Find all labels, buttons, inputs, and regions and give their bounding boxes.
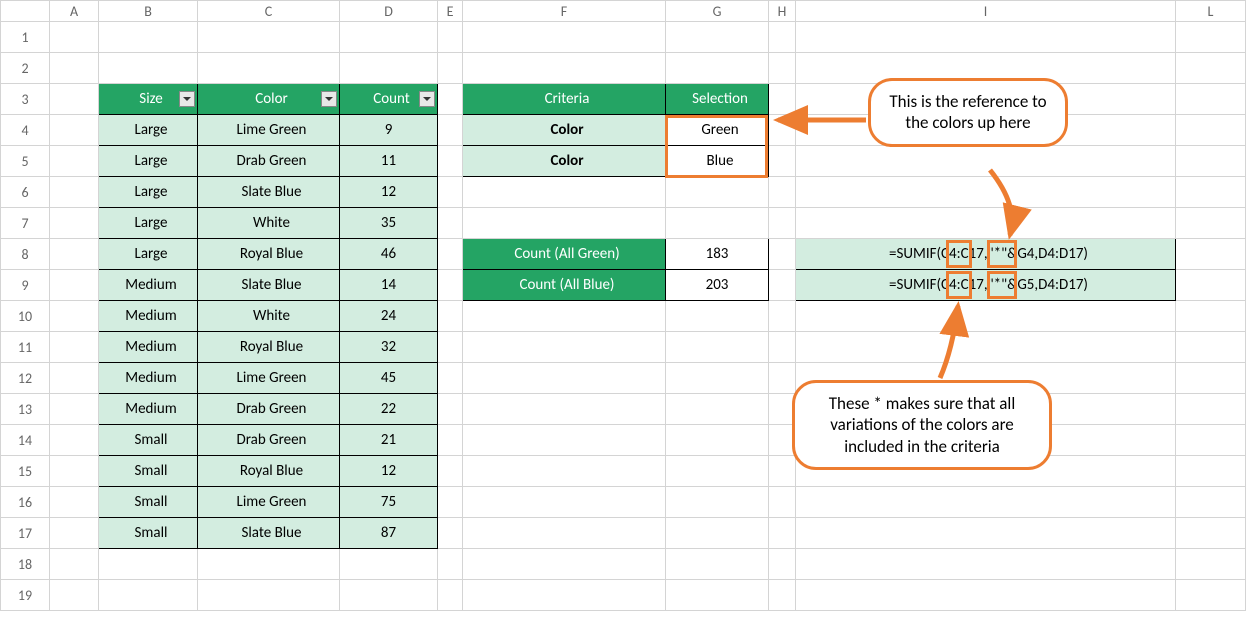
filter-icon[interactable] [321, 91, 337, 107]
cell-color[interactable]: Lime Green [198, 115, 340, 146]
cell-size[interactable]: Large [99, 208, 198, 239]
cell-color[interactable]: Royal Blue [198, 456, 340, 487]
cell-color[interactable]: Drab Green [198, 425, 340, 456]
callout-reference: This is the reference to the colors up h… [868, 78, 1068, 147]
cell-size[interactable]: Small [99, 518, 198, 549]
col-header-E[interactable]: E [438, 1, 463, 22]
col-header-C[interactable]: C [198, 1, 340, 22]
cell-color[interactable]: Slate Blue [198, 270, 340, 301]
result-label[interactable]: Count (All Green) [463, 239, 666, 270]
header-size-label: Size [139, 90, 162, 108]
cell-size[interactable]: Small [99, 425, 198, 456]
spreadsheet-view: A B C D E F G H I L 1 2 3 Size Color Cou… [0, 0, 1247, 621]
cell-size[interactable]: Large [99, 115, 198, 146]
cell-count[interactable]: 45 [340, 363, 438, 394]
row-header[interactable]: 12 [1, 363, 50, 394]
row-header[interactable]: 18 [1, 549, 50, 580]
cell-color[interactable]: Royal Blue [198, 332, 340, 363]
row-header[interactable]: 7 [1, 208, 50, 239]
row-header[interactable]: 14 [1, 425, 50, 456]
cell-color[interactable]: Royal Blue [198, 239, 340, 270]
result-value[interactable]: 203 [666, 270, 769, 301]
header-count-label: Count [373, 90, 410, 108]
criteria-value[interactable]: Green [666, 115, 769, 146]
cell-count[interactable]: 21 [340, 425, 438, 456]
row-header[interactable]: 11 [1, 332, 50, 363]
cell-count[interactable]: 24 [340, 301, 438, 332]
row-header[interactable]: 19 [1, 580, 50, 611]
row-header[interactable]: 5 [1, 146, 50, 177]
header-color-label: Color [255, 90, 288, 108]
col-header-I[interactable]: I [796, 1, 1176, 22]
cell-color[interactable]: Lime Green [198, 363, 340, 394]
result-label[interactable]: Count (All Blue) [463, 270, 666, 301]
cell-size[interactable]: Medium [99, 332, 198, 363]
result-value[interactable]: 183 [666, 239, 769, 270]
cell-count[interactable]: 12 [340, 177, 438, 208]
cell-count[interactable]: 75 [340, 487, 438, 518]
row-header[interactable]: 2 [1, 53, 50, 84]
cell-count[interactable]: 11 [340, 146, 438, 177]
row-header[interactable]: 3 [1, 84, 50, 115]
cell-size[interactable]: Medium [99, 363, 198, 394]
row-header[interactable]: 8 [1, 239, 50, 270]
cell-count[interactable]: 12 [340, 456, 438, 487]
cell-size[interactable]: Large [99, 146, 198, 177]
row-header[interactable]: 6 [1, 177, 50, 208]
header-criteria[interactable]: Criteria [463, 84, 666, 115]
result-formula[interactable]: =SUMIF(C4:C17,"*"&G5,D4:D17) [796, 270, 1176, 301]
row-header[interactable]: 4 [1, 115, 50, 146]
cell-size[interactable]: Large [99, 177, 198, 208]
row-header[interactable]: 16 [1, 487, 50, 518]
cell-color[interactable]: White [198, 208, 340, 239]
col-header-F[interactable]: F [463, 1, 666, 22]
row-header[interactable]: 9 [1, 270, 50, 301]
callout-wildcard: These * makes sure that all variations o… [792, 380, 1052, 470]
header-selection[interactable]: Selection [666, 84, 769, 115]
filter-icon[interactable] [179, 91, 195, 107]
result-formula[interactable]: =SUMIF(C4:C17,"*"&G4,D4:D17) [796, 239, 1176, 270]
corner-cell[interactable] [1, 1, 50, 22]
cell-count[interactable]: 35 [340, 208, 438, 239]
cell-color[interactable]: White [198, 301, 340, 332]
header-color[interactable]: Color [198, 84, 340, 115]
cell-count[interactable]: 22 [340, 394, 438, 425]
filter-icon[interactable] [419, 91, 435, 107]
cell-count[interactable]: 9 [340, 115, 438, 146]
row-header[interactable]: 1 [1, 22, 50, 53]
cell-size[interactable]: Large [99, 239, 198, 270]
col-header-L[interactable]: L [1176, 1, 1246, 22]
criteria-label[interactable]: Color [463, 115, 666, 146]
col-header-D[interactable]: D [340, 1, 438, 22]
cell-size[interactable]: Medium [99, 394, 198, 425]
row-header[interactable]: 13 [1, 394, 50, 425]
col-header-G[interactable]: G [666, 1, 769, 22]
cell-count[interactable]: 32 [340, 332, 438, 363]
header-count[interactable]: Count [340, 84, 438, 115]
cell-size[interactable]: Medium [99, 301, 198, 332]
cell-size[interactable]: Medium [99, 270, 198, 301]
cell-color[interactable]: Drab Green [198, 394, 340, 425]
cell-color[interactable]: Slate Blue [198, 518, 340, 549]
row-header[interactable]: 15 [1, 456, 50, 487]
cell-count[interactable]: 87 [340, 518, 438, 549]
cell-count[interactable]: 14 [340, 270, 438, 301]
header-size[interactable]: Size [99, 84, 198, 115]
cell-size[interactable]: Small [99, 456, 198, 487]
cell-color[interactable]: Slate Blue [198, 177, 340, 208]
cell-color[interactable]: Lime Green [198, 487, 340, 518]
col-header-H[interactable]: H [769, 1, 796, 22]
col-header-A[interactable]: A [50, 1, 99, 22]
row-header[interactable]: 17 [1, 518, 50, 549]
row-header[interactable]: 10 [1, 301, 50, 332]
cell-color[interactable]: Drab Green [198, 146, 340, 177]
cell-size[interactable]: Small [99, 487, 198, 518]
criteria-value[interactable]: Blue [666, 146, 769, 177]
cell-count[interactable]: 46 [340, 239, 438, 270]
col-header-B[interactable]: B [99, 1, 198, 22]
criteria-label[interactable]: Color [463, 146, 666, 177]
